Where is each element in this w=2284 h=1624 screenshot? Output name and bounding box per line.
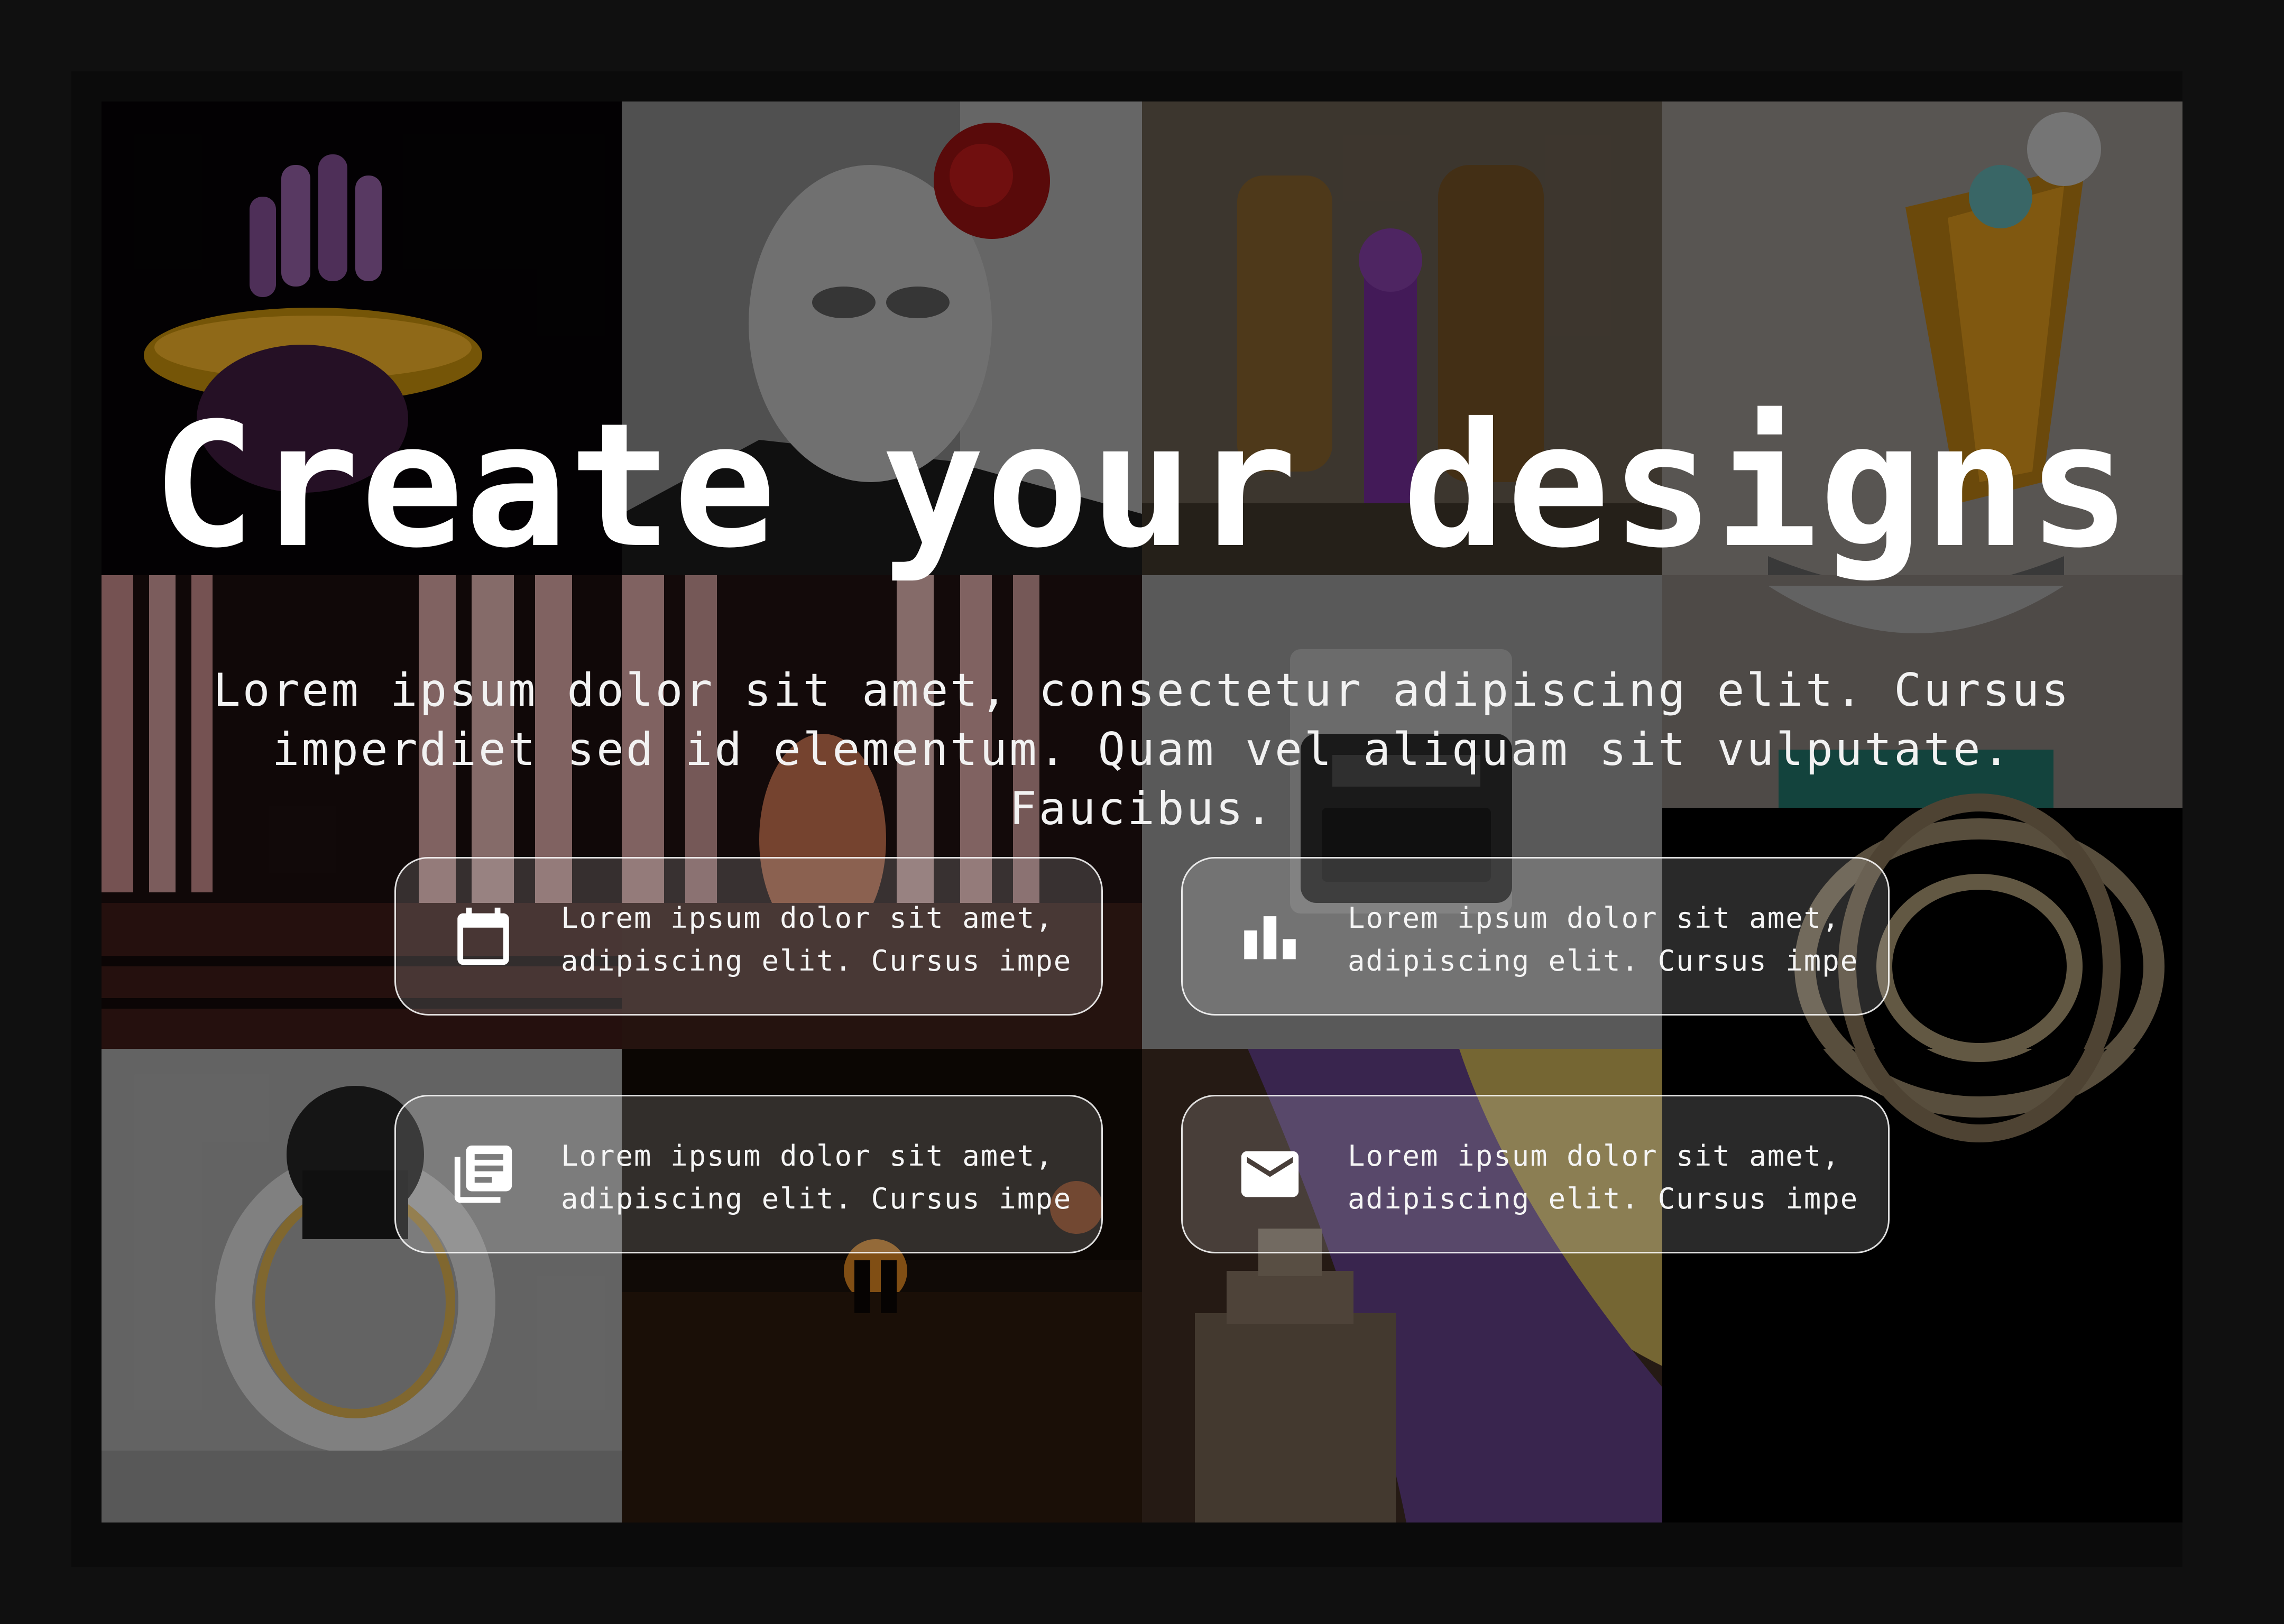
feature-card-text: Lorem ipsum dolor sit amet, adipiscing el…	[1348, 901, 1859, 977]
feature-card-text: Lorem ipsum dolor sit amet, adipiscing el…	[561, 901, 1072, 977]
newspaper-icon	[449, 1140, 518, 1208]
bar-chart-icon	[1236, 902, 1304, 971]
feature-card-mail[interactable]: Lorem ipsum dolor sit amet, adipiscing el…	[1181, 1095, 1890, 1253]
hero-subtitle-line-2: imperdiet sed id elementum. Quam vel ali…	[272, 723, 2012, 835]
feature-card-chart[interactable]: Lorem ipsum dolor sit amet, adipiscing el…	[1181, 857, 1890, 1016]
feature-card-text: Lorem ipsum dolor sit amet, adipiscing el…	[1348, 1139, 1859, 1215]
feature-card-text: Lorem ipsum dolor sit amet, adipiscing el…	[561, 1139, 1072, 1215]
hero-subtitle-line-1: Lorem ipsum dolor sit amet, consectetur …	[213, 664, 2071, 717]
hero-title: Create your designs	[152, 386, 2132, 586]
hero-subtitle: Lorem ipsum dolor sit amet, consectetur …	[190, 661, 2094, 838]
feature-card-calendar[interactable]: Lorem ipsum dolor sit amet, adipiscing el…	[394, 857, 1103, 1016]
feature-card-news[interactable]: Lorem ipsum dolor sit amet, adipiscing el…	[394, 1095, 1103, 1253]
calendar-icon	[449, 902, 518, 971]
mail-icon	[1236, 1140, 1304, 1208]
